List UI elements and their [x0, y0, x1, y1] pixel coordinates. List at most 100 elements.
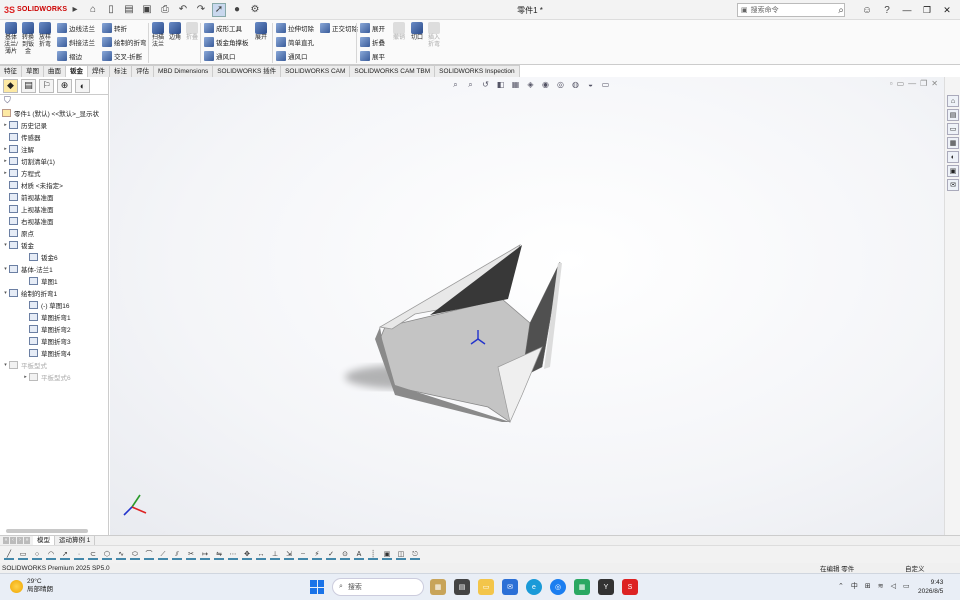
lofted-bend-button[interactable]: 放样折弯 [38, 22, 52, 49]
redo-icon[interactable]: ↷ [194, 3, 208, 17]
tab-sheetmetal[interactable]: 钣金 [66, 65, 88, 77]
rapid-sketch-icon[interactable]: ⚡ [312, 550, 322, 560]
next-tab-icon[interactable]: › [17, 537, 23, 544]
simple-hole-button[interactable]: 简单直孔 [276, 36, 314, 48]
select-tool-icon[interactable]: ➚ [60, 550, 70, 560]
polygon-tool-icon[interactable]: ⬡ [102, 550, 112, 560]
tree-item[interactable]: 原点 [0, 227, 108, 239]
tree-expand-arrow-icon[interactable]: ▾ [2, 266, 9, 272]
chamfer-tool-icon[interactable]: ⟋ [158, 550, 168, 560]
tree-item[interactable]: 钣金6 [0, 251, 108, 263]
vent-button[interactable]: 通风口 [276, 50, 314, 62]
edge-browser-icon[interactable]: e [526, 579, 542, 595]
cross-break-button[interactable]: 交叉-折断 [102, 50, 147, 62]
windows-start-icon[interactable] [310, 580, 324, 594]
tab-features[interactable]: 特征 [0, 65, 22, 77]
input-method-icon[interactable]: ⊞ [865, 582, 871, 590]
property-manager-tab-icon[interactable]: ▤ [21, 78, 36, 93]
file-explorer-icon[interactable]: ▭ [947, 123, 959, 135]
select-pointer-icon[interactable]: ➚ [212, 2, 226, 17]
construction-geometry-icon[interactable]: ┈ [298, 550, 308, 560]
tray-expand-icon[interactable]: ⌃ [838, 582, 844, 590]
solidworks-resources-icon[interactable]: ⌂ [947, 95, 959, 107]
feature-manager-tab-icon[interactable]: ◆ [3, 78, 18, 93]
tab-evaluate[interactable]: 评估 [132, 65, 154, 77]
tree-item[interactable]: 传感器 [0, 131, 108, 143]
repair-sketch-icon[interactable]: ✓ [326, 550, 336, 560]
stamp-button[interactable]: 展开 [254, 22, 268, 42]
edge-flange-button[interactable]: 边线法兰 [57, 22, 95, 34]
insert-bends-button[interactable]: 插入折弯 [427, 22, 441, 49]
tree-expand-arrow-icon[interactable]: ▸ [2, 146, 9, 152]
swept-flange-button[interactable]: 扫描法兰 [151, 22, 165, 49]
sketch-picture-icon[interactable]: ◫ [396, 550, 406, 560]
copilot-icon[interactable]: ◎ [550, 579, 566, 595]
ellipse-tool-icon[interactable]: ⬭ [130, 550, 140, 560]
search-icon[interactable]: ⌕ [834, 3, 848, 17]
forum-icon[interactable]: ✉ [947, 179, 959, 191]
tree-item[interactable]: ▸ 注解 [0, 143, 108, 155]
print-icon[interactable]: ⎙ [158, 3, 172, 17]
display-manager-tab-icon[interactable]: ◐ [75, 78, 90, 93]
display-relations-icon[interactable]: ⊙ [340, 550, 350, 560]
hem-button[interactable]: 褶边 [57, 50, 95, 62]
tree-item[interactable]: ▾ 平板型式 [0, 359, 108, 371]
last-tab-icon[interactable]: » [24, 537, 30, 544]
tree-expand-arrow-icon[interactable]: ▸ [22, 374, 29, 380]
system-clock[interactable]: 9:43 2026/8/5 [918, 578, 943, 596]
exit-sketch-icon[interactable]: ⎋ [410, 550, 420, 560]
tree-expand-arrow-icon[interactable]: ▸ [2, 170, 9, 176]
gallery-app-icon[interactable]: ▦ [430, 579, 446, 595]
tree-item[interactable]: 草图折弯3 [0, 335, 108, 347]
convert-to-sheetmetal-button[interactable]: 转换到钣金 [21, 22, 35, 56]
jog-button[interactable]: 转折 [102, 22, 147, 34]
user-account-icon[interactable]: ☺ [860, 3, 874, 17]
configuration-manager-tab-icon[interactable]: ⚐ [39, 78, 54, 93]
move-entities-icon[interactable]: ✥ [242, 550, 252, 560]
file-explorer-icon[interactable]: ▭ [478, 579, 494, 595]
tree-expand-arrow-icon[interactable]: ▸ [2, 158, 9, 164]
custom-properties-icon[interactable]: ▣ [947, 165, 959, 177]
task-view-icon[interactable]: ▤ [454, 579, 470, 595]
extend-tool-icon[interactable]: ↦ [200, 550, 210, 560]
tree-expand-arrow-icon[interactable]: ▸ [2, 122, 9, 128]
mirror-tool-icon[interactable]: ⇋ [214, 550, 224, 560]
tree-item[interactable]: 前视基准面 [0, 191, 108, 203]
units-custom[interactable]: 自定义 [905, 563, 925, 573]
linear-pattern-icon[interactable]: ⋯ [228, 550, 238, 560]
tab-slot-button[interactable]: 通风口 [204, 50, 249, 62]
tree-item[interactable]: ▸ 切割清单(1) [0, 155, 108, 167]
tree-item[interactable]: (-) 草图16 [0, 299, 108, 311]
wifi-icon[interactable]: ≋ [878, 582, 884, 590]
slot-tool-icon[interactable]: ⊂ [88, 550, 98, 560]
tree-item[interactable]: 材质 <未指定> [0, 179, 108, 191]
solidworks-app-icon[interactable]: S [622, 579, 638, 595]
tree-expand-arrow-icon[interactable]: ▾ [2, 290, 9, 296]
weather-widget[interactable]: 29°C 局部晴朗 [10, 578, 53, 594]
ime-indicator[interactable]: 中 [851, 581, 858, 591]
appearances-icon[interactable]: ◐ [947, 151, 959, 163]
corner-rectangle-icon[interactable]: ▭ [18, 550, 28, 560]
mail-app-icon[interactable]: ✉ [502, 579, 518, 595]
prev-tab-icon[interactable]: ‹ [10, 537, 16, 544]
undo-icon[interactable]: ↶ [176, 3, 190, 17]
expand-menu-icon[interactable]: ▸ [68, 3, 82, 17]
offset-tool-icon[interactable]: ⫽ [172, 550, 182, 560]
tree-item[interactable]: 上视基准面 [0, 203, 108, 215]
corners-button[interactable]: 边角 [168, 22, 182, 42]
minimize-button[interactable]: — [898, 3, 916, 17]
tree-item[interactable]: ▸ 历史记录 [0, 119, 108, 131]
tab-motion-study[interactable]: 运动算例 1 [55, 535, 96, 546]
tree-item[interactable]: 右视基准面 [0, 215, 108, 227]
traffic-light-icon[interactable]: ● [230, 3, 244, 17]
tree-horizontal-scrollbar[interactable] [6, 529, 88, 533]
tree-item[interactable]: ▾ 基体-法兰1 [0, 263, 108, 275]
options-gear-icon[interactable]: ⚙ [248, 3, 262, 17]
normal-cut-button[interactable]: 正交切除 [320, 22, 358, 34]
volume-icon[interactable]: ◁ [891, 582, 896, 590]
tree-item[interactable]: ▸ 平板型式6 [0, 371, 108, 383]
graphics-area[interactable]: ⌕ ⌕ ↺ ◧ ▦ ◈ ◉ ◎ ◍ ◒ ▭ ▫ ▭ — ❐ ✕ [110, 77, 944, 535]
tab-model[interactable]: 模型 [33, 535, 55, 546]
tree-item[interactable]: ▸ 方程式 [0, 167, 108, 179]
view-palette-icon[interactable]: ▦ [947, 137, 959, 149]
